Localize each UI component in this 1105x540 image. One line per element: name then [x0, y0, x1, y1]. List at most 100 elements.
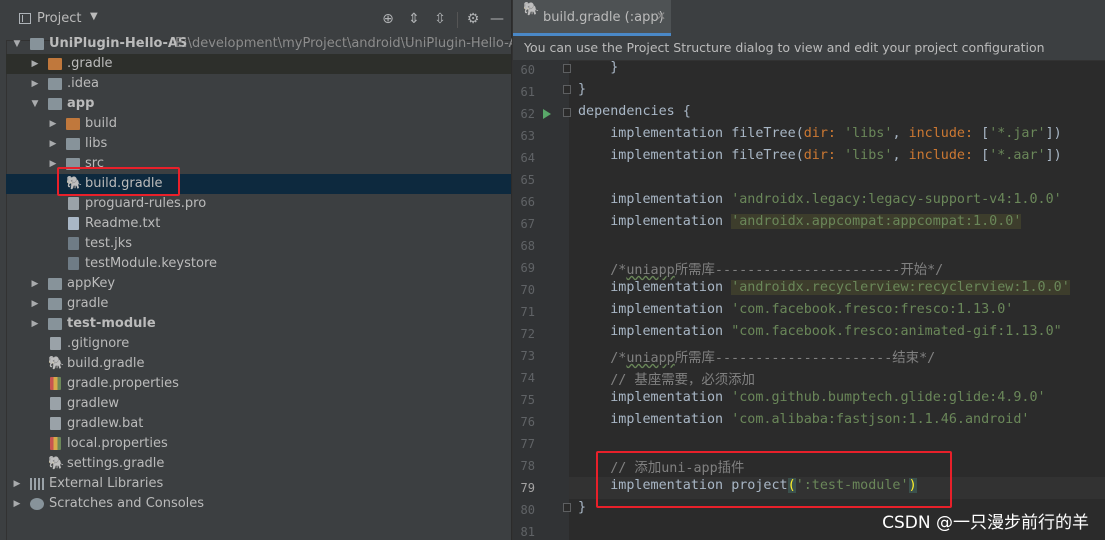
- minimize-icon[interactable]: —: [488, 10, 506, 28]
- tree-item-local-properties[interactable]: local.properties: [6, 434, 511, 454]
- project-window-icon: [19, 13, 31, 24]
- line-number: 63: [520, 129, 535, 143]
- code-token: /*: [610, 263, 627, 278]
- collapse-all-icon[interactable]: ⇳: [431, 10, 449, 28]
- tree-item-label: gradlew: [67, 396, 120, 411]
- code-line-71: implementation 'com.facebook.fresco:fres…: [578, 302, 1013, 317]
- expand-all-icon[interactable]: ⇕: [405, 10, 423, 28]
- unknown-file-icon: [68, 237, 79, 250]
- tree-item-libs[interactable]: ▶ libs: [6, 134, 511, 154]
- code-token: implementation: [610, 390, 724, 405]
- text-file-icon: [68, 217, 79, 230]
- chevron-right-icon[interactable]: ▶: [48, 114, 58, 134]
- code-line-70: implementation 'androidx.recyclerview:re…: [578, 280, 1070, 295]
- tree-item-test-jks[interactable]: test.jks: [6, 234, 511, 254]
- line-number: 65: [520, 173, 535, 187]
- code-token: dir:: [803, 126, 836, 141]
- chevron-right-icon[interactable]: ▶: [30, 314, 40, 334]
- tree-item-label: build.gradle: [67, 356, 145, 371]
- code-token: implementation: [610, 302, 724, 317]
- tree-item-label: settings.gradle: [67, 456, 165, 471]
- code-token: implementation: [610, 148, 724, 163]
- unknown-file-icon: [68, 257, 79, 270]
- tree-item-appkey[interactable]: ▶ appKey: [6, 274, 511, 294]
- tree-item-gradle-properties[interactable]: gradle.properties: [6, 374, 511, 394]
- chevron-right-icon[interactable]: ▶: [30, 74, 40, 94]
- tree-item-label: appKey: [67, 276, 116, 291]
- line-number: 79: [520, 481, 535, 495]
- line-number: 68: [520, 239, 535, 253]
- code-token: 所需库----------------------结束*/: [674, 351, 936, 366]
- code-token: 'androidx.appcompat:appcompat:1.0.0': [731, 214, 1022, 229]
- folder-icon: [48, 298, 62, 310]
- tree-item-idea[interactable]: ▶ .idea: [6, 74, 511, 94]
- project-panel: Project ▼ ⊕ ⇕ ⇳ ⚙ — ▼ UniPlugin-Hello-AS…: [0, 0, 526, 540]
- line-number: 76: [520, 415, 535, 429]
- code-token: // 基座需要，必须添加: [610, 373, 755, 388]
- tree-item-label: .idea: [67, 76, 99, 91]
- chevron-right-icon[interactable]: ▶: [30, 294, 40, 314]
- module-folder-icon: [48, 318, 62, 330]
- tree-item-dot-gradle[interactable]: ▶ .gradle: [6, 54, 511, 74]
- tree-item-scratches[interactable]: ▶ Scratches and Consoles: [6, 494, 511, 514]
- tree-item-root-build-gradle[interactable]: 🐘 build.gradle: [6, 354, 511, 374]
- tree-item-gradlew[interactable]: gradlew: [6, 394, 511, 414]
- tree-item-readme[interactable]: Readme.txt: [6, 214, 511, 234]
- line-number: 64: [520, 151, 535, 165]
- properties-file-icon: [50, 377, 61, 390]
- code-token: 'libs': [844, 126, 893, 141]
- tree-item-label: app: [67, 96, 95, 111]
- gear-icon[interactable]: ⚙: [464, 10, 482, 28]
- code-line-76: implementation 'com.alibaba:fastjson:1.1…: [578, 412, 1029, 427]
- chevron-right-icon[interactable]: ▶: [30, 274, 40, 294]
- code-token: dir:: [803, 148, 836, 163]
- run-gutter-icon[interactable]: [543, 109, 551, 119]
- line-number: 81: [520, 525, 535, 539]
- line-number: 72: [520, 327, 535, 341]
- line-number: 70: [520, 283, 535, 297]
- tree-item-build[interactable]: ▶ build: [6, 114, 511, 134]
- line-number: 74: [520, 371, 535, 385]
- code-line-74: // 基座需要，必须添加: [578, 368, 755, 388]
- tree-item-gradlew-bat[interactable]: gradlew.bat: [6, 414, 511, 434]
- tree-item-settings-gradle[interactable]: 🐘 settings.gradle: [6, 454, 511, 474]
- chevron-right-icon[interactable]: ▶: [12, 474, 22, 494]
- line-number: 75: [520, 393, 535, 407]
- tree-item-gradle-folder[interactable]: ▶ gradle: [6, 294, 511, 314]
- tree-item-gitignore[interactable]: .gitignore: [6, 334, 511, 354]
- tree-item-keystore[interactable]: testModule.keystore: [6, 254, 511, 274]
- script-file-icon: [50, 397, 61, 410]
- code-line-66: implementation 'androidx.legacy:legacy-s…: [578, 192, 1062, 207]
- code-token: implementation: [610, 280, 724, 295]
- tree-item-label: testModule.keystore: [85, 256, 218, 271]
- tree-item-proguard[interactable]: proguard-rules.pro: [6, 194, 511, 214]
- code-token: dependencies: [578, 104, 675, 119]
- tree-item-root[interactable]: ▼ UniPlugin-Hello-AS E:\development\myPr…: [6, 34, 526, 54]
- line-number: 80: [520, 503, 535, 517]
- editor-panel: 🐘 build.gradle (:app) ✕ You can use the …: [512, 0, 1105, 540]
- tree-item-label: .gitignore: [67, 336, 130, 351]
- chevron-right-icon[interactable]: ▶: [30, 54, 40, 74]
- tree-item-app[interactable]: ▼ app: [6, 94, 511, 114]
- code-token: '*.jar': [989, 126, 1046, 141]
- folder-icon: [48, 58, 62, 70]
- tree-item-test-module[interactable]: ▶ test-module: [6, 314, 511, 334]
- chevron-right-icon[interactable]: ▶: [12, 494, 22, 514]
- folder-icon: [66, 118, 80, 130]
- project-view-title[interactable]: Project: [37, 11, 81, 26]
- locate-icon[interactable]: ⊕: [379, 10, 397, 28]
- code-token: fileTree: [731, 148, 796, 163]
- tab-build-gradle-app[interactable]: 🐘 build.gradle (:app) ✕: [513, 0, 671, 36]
- tree-item-external-libraries[interactable]: ▶ External Libraries: [6, 474, 511, 494]
- code-token: uniapp: [626, 351, 675, 366]
- chevron-down-icon[interactable]: ▼: [12, 34, 22, 54]
- chevron-right-icon[interactable]: ▶: [48, 134, 58, 154]
- close-icon[interactable]: ✕: [656, 9, 666, 23]
- tree-item-label: UniPlugin-Hello-AS: [49, 36, 188, 51]
- code-token: 'androidx.legacy:legacy-support-v4:1.0.0…: [731, 192, 1062, 207]
- chevron-down-icon[interactable]: ▼: [90, 11, 98, 22]
- code-token: implementation: [610, 192, 724, 207]
- code-token: 'libs': [844, 148, 893, 163]
- chevron-down-icon[interactable]: ▼: [30, 94, 40, 114]
- project-structure-notice: You can use the Project Structure dialog…: [513, 36, 1105, 61]
